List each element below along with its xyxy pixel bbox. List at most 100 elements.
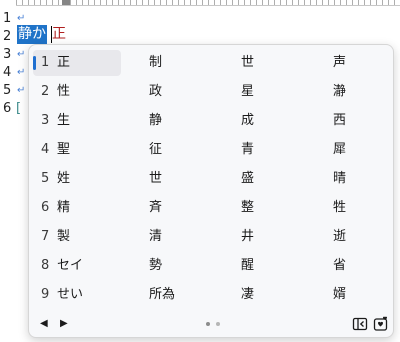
candidate-text: 征 <box>149 142 163 157</box>
candidate-item[interactable]: 醒 <box>239 253 254 279</box>
candidate-number: 9 <box>41 287 50 302</box>
candidate-text: 西 <box>333 113 347 128</box>
ime-candidate-window: 1 正 2 性 3 生 4 聖 5 姓 6 精 7 製 8 セイ 9 せい制政静征世斉清勢所為世星成青盛整井醒凄声… <box>28 44 394 338</box>
candidate-item[interactable]: 瀞 <box>331 79 346 105</box>
candidate-item[interactable]: 4聖 <box>33 137 121 163</box>
emoji-heart-icon[interactable] <box>372 315 390 333</box>
candidate-text: 斉 <box>149 200 163 215</box>
candidate-text: 製 <box>57 229 71 244</box>
candidate-item[interactable]: 青 <box>239 137 254 163</box>
candidate-item[interactable]: 1正 <box>33 50 121 76</box>
candidate-text: 生 <box>57 113 71 128</box>
candidate-item[interactable]: 静 <box>147 108 162 134</box>
candidate-number: 7 <box>41 229 50 244</box>
candidate-item[interactable]: 世 <box>147 166 162 192</box>
line-number: 2 <box>3 29 12 44</box>
candidate-item[interactable]: 7製 <box>33 224 121 250</box>
candidate-item[interactable]: 6精 <box>33 195 121 221</box>
candidate-text: 静 <box>149 113 163 128</box>
candidate-number: 3 <box>41 113 50 128</box>
candidate-item[interactable]: 星 <box>239 79 254 105</box>
candidate-text: 瀞 <box>333 84 347 99</box>
candidate-text: 精 <box>57 200 71 215</box>
candidate-number: 1 <box>41 55 50 70</box>
candidate-item[interactable]: 制 <box>147 50 162 76</box>
candidate-item[interactable]: 盛 <box>239 166 254 192</box>
candidate-text: 醒 <box>241 258 255 273</box>
candidate-footer: ◀ ▶ <box>29 311 393 337</box>
bracket-char: [ <box>16 101 22 116</box>
candidate-item[interactable]: 婿 <box>331 282 346 308</box>
line-number: 5 <box>3 83 12 98</box>
candidate-item[interactable]: 声 <box>331 50 346 76</box>
candidate-item[interactable]: 晴 <box>331 166 346 192</box>
candidate-text: 聖 <box>57 142 71 157</box>
candidate-item[interactable]: 2性 <box>33 79 121 105</box>
candidate-item[interactable]: 9 せい <box>33 282 121 308</box>
candidate-item[interactable]: 犀 <box>331 137 346 163</box>
candidate-number: 4 <box>41 142 50 157</box>
page-indicator-dot-active[interactable] <box>206 322 210 326</box>
ruler <box>16 0 400 6</box>
candidate-text: 盛 <box>241 171 255 186</box>
candidate-item[interactable]: 5姓 <box>33 166 121 192</box>
candidate-text: 整 <box>241 200 255 215</box>
selection-indicator <box>33 56 36 70</box>
candidate-text: 所為 <box>149 287 176 302</box>
candidate-item[interactable]: 征 <box>147 137 162 163</box>
candidate-text: 省 <box>333 258 347 273</box>
candidate-item[interactable]: 所為 <box>147 282 175 308</box>
candidate-text: 逝 <box>333 229 347 244</box>
candidate-text: 世 <box>149 171 163 186</box>
candidate-text: 青 <box>241 142 255 157</box>
candidate-text: 勢 <box>149 258 163 273</box>
candidate-text: 声 <box>333 55 347 70</box>
line-number: 4 <box>3 65 12 80</box>
candidate-number: 2 <box>41 84 50 99</box>
candidate-text: 凄 <box>241 287 255 302</box>
ruler-tab-marker[interactable] <box>62 0 70 5</box>
selected-text[interactable]: 静か <box>17 25 47 44</box>
candidate-item[interactable]: 成 <box>239 108 254 134</box>
candidate-text: 姓 <box>57 171 71 186</box>
line-number: 3 <box>3 47 12 62</box>
candidate-text: 政 <box>149 84 163 99</box>
candidate-text: せい <box>57 287 84 302</box>
candidate-item[interactable]: 省 <box>331 253 346 279</box>
candidate-number: 5 <box>41 171 50 186</box>
candidate-text: 井 <box>241 229 255 244</box>
candidate-item[interactable]: 8 セイ <box>33 253 121 279</box>
candidate-item[interactable]: 政 <box>147 79 162 105</box>
candidate-item[interactable]: 勢 <box>147 253 162 279</box>
panel-expand-icon[interactable] <box>351 315 369 333</box>
candidate-number: 8 <box>41 258 50 273</box>
candidate-item[interactable]: 世 <box>239 50 254 76</box>
candidate-item[interactable]: 井 <box>239 224 254 250</box>
candidate-item[interactable]: 斉 <box>147 195 162 221</box>
candidate-text: 清 <box>149 229 163 244</box>
candidate-number: 6 <box>41 200 50 215</box>
page-indicator-dot[interactable] <box>216 322 220 326</box>
candidate-item[interactable]: 整 <box>239 195 254 221</box>
line-number: 1 <box>3 11 12 26</box>
triangle-right-icon[interactable]: ▶ <box>60 316 68 332</box>
ime-composition-text[interactable]: 正 <box>52 25 66 45</box>
candidate-item[interactable]: 逝 <box>331 224 346 250</box>
candidate-text: 晴 <box>333 171 347 186</box>
line-number: 6 <box>3 101 12 116</box>
candidate-text: 婿 <box>333 287 347 302</box>
candidate-text: 性 <box>57 84 71 99</box>
candidate-text: 犀 <box>333 142 347 157</box>
triangle-left-icon[interactable]: ◀ <box>40 316 48 332</box>
candidate-item[interactable]: 西 <box>331 108 346 134</box>
candidate-text: 正 <box>57 55 71 70</box>
candidate-item[interactable]: 凄 <box>239 282 254 308</box>
candidate-text: 制 <box>149 55 163 70</box>
candidate-text: 牲 <box>333 200 347 215</box>
candidate-item[interactable]: 清 <box>147 224 162 250</box>
candidate-item[interactable]: 牲 <box>331 195 346 221</box>
candidate-text: 成 <box>241 113 255 128</box>
candidate-item[interactable]: 3生 <box>33 108 121 134</box>
candidate-text: セイ <box>57 258 84 273</box>
candidate-text: 星 <box>241 84 255 99</box>
